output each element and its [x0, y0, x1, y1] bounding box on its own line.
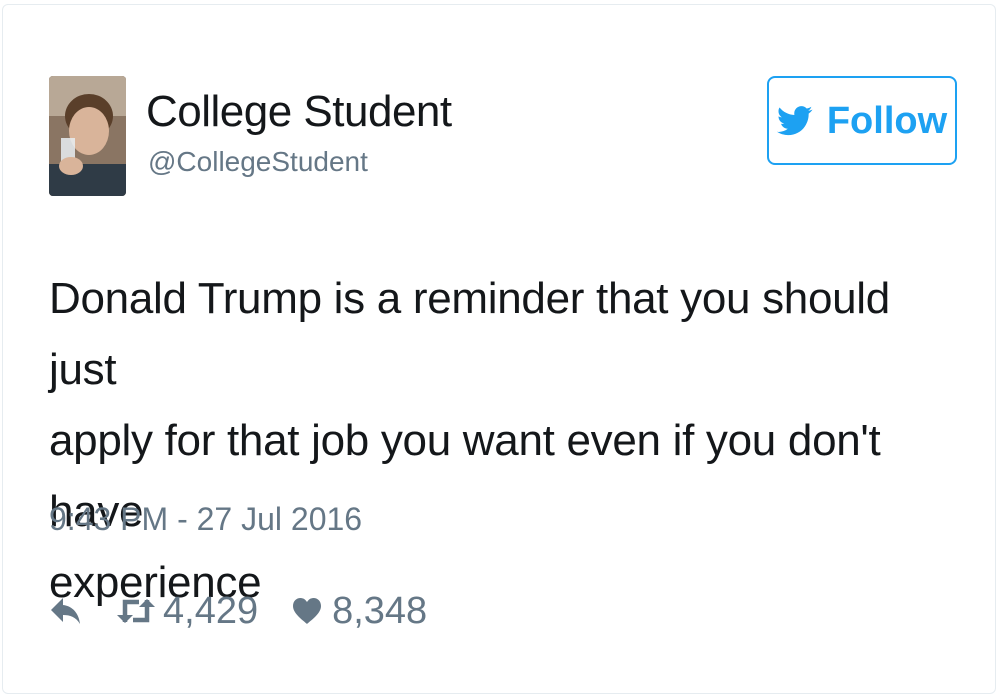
tweet-timestamp[interactable]: 9:43 PM - 27 Jul 2016 [49, 499, 362, 539]
tweet-text: Donald Trump is a reminder that you shou… [49, 274, 890, 607]
author-handle[interactable]: @CollegeStudent [148, 145, 368, 179]
heart-icon [292, 597, 322, 625]
reply-icon [49, 596, 83, 626]
follow-button-label: Follow [826, 99, 948, 142]
author-display-name[interactable]: College Student [146, 87, 452, 137]
twitter-bird-icon [776, 105, 813, 136]
reply-button[interactable] [49, 596, 83, 626]
tweet-actions: 4,429 8,348 [49, 583, 427, 639]
like-count: 8,348 [332, 590, 428, 632]
retweet-button[interactable]: 4,429 [117, 586, 258, 636]
user-photo-avatar [49, 76, 126, 196]
retweet-count: 4,429 [163, 590, 259, 632]
avatar[interactable] [49, 76, 126, 196]
follow-button[interactable]: Follow [767, 76, 957, 165]
tweet-card: College Student @CollegeStudent Follow D… [2, 4, 996, 694]
retweet-icon [117, 596, 155, 626]
like-button[interactable]: 8,348 [292, 586, 427, 636]
